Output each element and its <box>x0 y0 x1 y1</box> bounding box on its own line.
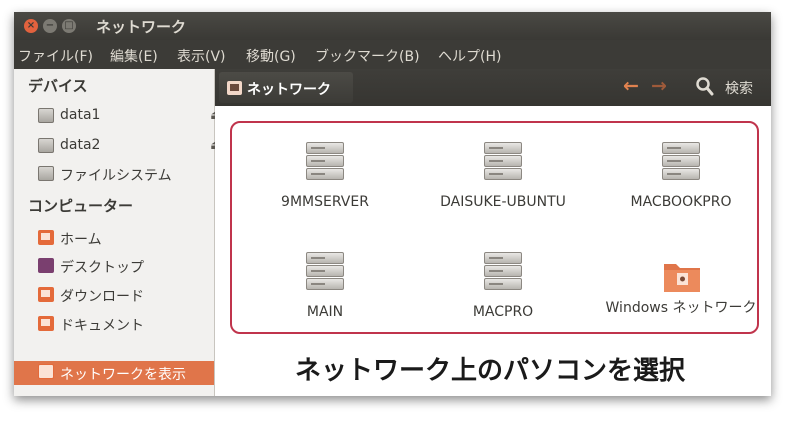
sidebar-item-label: ダウンロード <box>60 289 144 305</box>
sidebar-item-data2[interactable]: data2 ⏏ <box>38 135 223 157</box>
sidebar-item-label: ドキュメント <box>60 318 144 334</box>
menu-go[interactable]: 移動(G) <box>246 46 296 66</box>
menu-bar: ファイル(F) 編集(E) 表示(V) 移動(G) ブックマーク(B) ヘルプ(… <box>14 40 771 69</box>
network-item-9mmserver[interactable]: 9MMSERVER <box>237 142 413 242</box>
location-button[interactable]: ネットワーク <box>219 72 353 103</box>
back-arrow-icon[interactable]: ← <box>623 75 639 97</box>
network-item-label: DAISUKE-UBUNTU <box>440 194 566 210</box>
documents-folder-icon <box>38 316 54 331</box>
drive-icon <box>38 166 54 181</box>
file-manager-window: × − □ ネットワーク ファイル(F) 編集(E) 表示(V) 移動(G) ブ… <box>14 12 771 396</box>
sidebar-item-label: data1 <box>60 107 101 123</box>
annotation-caption: ネットワーク上のパソコンを選択 <box>295 356 686 386</box>
search-icon[interactable] <box>695 76 715 98</box>
menu-view[interactable]: 表示(V) <box>177 46 226 66</box>
network-item-main[interactable]: MAIN <box>237 252 413 352</box>
sidebar-item-filesystem[interactable]: ファイルシステム <box>38 163 214 185</box>
close-button[interactable]: × <box>24 19 38 33</box>
network-item-windows-network[interactable]: Windows ネットワーク <box>593 252 769 352</box>
windows-network-folder-icon <box>664 264 700 292</box>
desktop-icon <box>38 258 54 273</box>
menu-edit[interactable]: 編集(E) <box>110 46 158 66</box>
network-item-daisuke-ubuntu[interactable]: DAISUKE-UBUNTU <box>415 142 591 242</box>
minimize-button[interactable]: − <box>43 19 57 33</box>
sidebar-item-label: ファイルシステム <box>60 168 172 184</box>
sidebar-header-devices: デバイス <box>28 77 88 95</box>
sidebar: デバイス data1 ⏏ data2 ⏏ ファイルシステム コンピューター ホー… <box>14 69 223 396</box>
menu-help[interactable]: ヘルプ(H) <box>438 46 501 66</box>
sidebar-item-label: ホーム <box>60 232 102 248</box>
network-item-label: MACBOOKPRO <box>630 194 732 210</box>
network-icon <box>38 364 54 379</box>
menu-bookmarks[interactable]: ブックマーク(B) <box>315 46 420 66</box>
menu-file[interactable]: ファイル(F) <box>18 46 93 66</box>
window-title: ネットワーク <box>96 18 187 36</box>
sidebar-item-home[interactable]: ホーム <box>38 227 214 249</box>
server-icon <box>484 142 522 186</box>
maximize-button[interactable]: □ <box>62 19 76 33</box>
network-icon <box>227 81 242 95</box>
sidebar-item-label: デスクトップ <box>60 260 144 276</box>
network-item-macbookpro[interactable]: MACBOOKPRO <box>593 142 769 242</box>
title-bar[interactable]: × − □ ネットワーク <box>14 12 771 40</box>
toolbar: ネットワーク ← → 検索 <box>215 69 771 106</box>
network-item-label: 9MMSERVER <box>281 194 369 210</box>
server-icon <box>484 252 522 296</box>
server-icon <box>662 142 700 186</box>
file-view: 9MMSERVER DAISUKE-UBUNTU MACBOOKPRO MAIN… <box>215 106 771 396</box>
network-item-label: MACPRO <box>472 304 534 320</box>
sidebar-item-network[interactable]: ネットワークを表示 <box>14 361 214 385</box>
network-item-label: MAIN <box>306 304 344 320</box>
sidebar-item-data1[interactable]: data1 ⏏ <box>38 105 223 127</box>
server-icon <box>306 252 344 296</box>
location-label: ネットワーク <box>247 82 331 98</box>
search-button[interactable]: 検索 <box>725 78 753 98</box>
sidebar-item-downloads[interactable]: ダウンロード <box>38 284 214 306</box>
sidebar-header-computer: コンピューター <box>28 197 134 215</box>
sidebar-item-desktop[interactable]: デスクトップ <box>38 255 214 277</box>
sidebar-item-documents[interactable]: ドキュメント <box>38 313 214 335</box>
sidebar-item-label: data2 <box>60 137 101 153</box>
downloads-folder-icon <box>38 287 54 302</box>
server-icon <box>306 142 344 186</box>
network-item-label: Windows ネットワーク <box>605 300 757 316</box>
home-folder-icon <box>38 230 54 245</box>
drive-icon <box>38 108 54 123</box>
drive-icon <box>38 138 54 153</box>
sidebar-item-label: ネットワークを表示 <box>60 367 186 383</box>
forward-arrow-icon[interactable]: → <box>651 75 667 97</box>
network-item-macpro[interactable]: MACPRO <box>415 252 591 352</box>
